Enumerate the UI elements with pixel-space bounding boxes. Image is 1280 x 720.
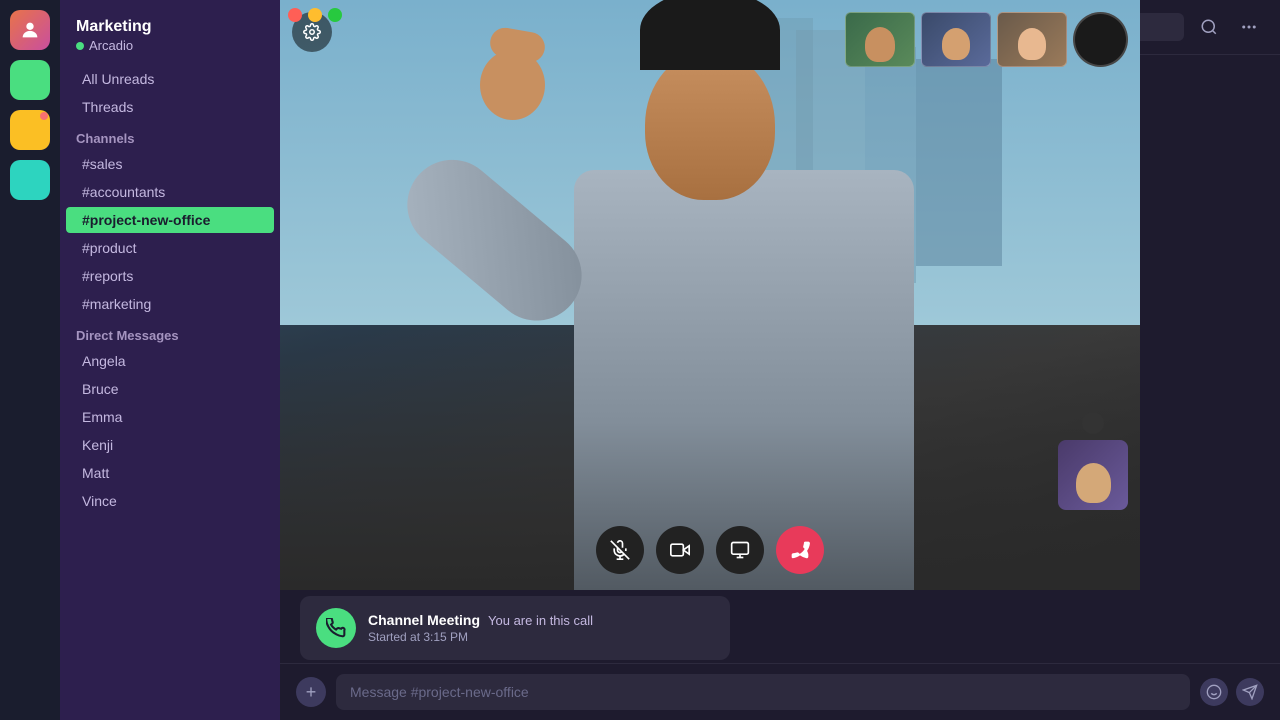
sidebar-channel-project-new-office[interactable]: #project-new-office xyxy=(66,207,274,233)
meeting-notification: Channel Meeting You are in this call Sta… xyxy=(300,596,730,660)
window-maximize-button[interactable] xyxy=(328,8,342,22)
message-right-icons xyxy=(1200,678,1264,706)
dm-section-label: Direct Messages xyxy=(60,318,280,347)
rail-icon-teal[interactable] xyxy=(10,160,50,200)
window-close-button[interactable] xyxy=(288,8,302,22)
meeting-title: Channel Meeting xyxy=(368,612,480,628)
window-controls xyxy=(288,8,342,22)
sidebar-item-threads[interactable]: Threads xyxy=(66,94,274,120)
sidebar-dm-angela[interactable]: Angela xyxy=(66,348,274,374)
sidebar-channel-reports[interactable]: #reports xyxy=(66,263,274,289)
meeting-icon xyxy=(316,608,356,648)
thumbnail-row xyxy=(845,12,1128,67)
thumbnail-video-3[interactable] xyxy=(997,12,1067,67)
status-dot xyxy=(76,42,84,50)
main-area: #project-new-office xyxy=(280,0,1280,720)
end-call-button[interactable] xyxy=(776,526,824,574)
more-options-button[interactable] xyxy=(1234,12,1264,42)
channels-section-label: Channels xyxy=(60,121,280,150)
meeting-subtitle: Started at 3:15 PM xyxy=(368,630,714,644)
search-toggle-button[interactable] xyxy=(1194,12,1224,42)
call-controls xyxy=(596,526,824,574)
video-call-overlay xyxy=(280,0,1140,590)
sidebar-channel-marketing[interactable]: #marketing xyxy=(66,291,274,317)
workspace-name: Marketing xyxy=(60,12,280,38)
video-toggle-button[interactable] xyxy=(656,526,704,574)
send-button[interactable] xyxy=(1236,678,1264,706)
thumbnail-bottom-right xyxy=(1058,412,1128,510)
workspace-status: Arcadio xyxy=(60,38,280,65)
window-minimize-button[interactable] xyxy=(308,8,322,22)
rail-icon-yellow[interactable] xyxy=(10,110,50,150)
mute-button[interactable] xyxy=(596,526,644,574)
icon-rail xyxy=(0,0,60,720)
sidebar-dm-matt[interactable]: Matt xyxy=(66,460,274,486)
meeting-in-call: You are in this call xyxy=(488,613,593,628)
sidebar-item-all-unreads[interactable]: All Unreads xyxy=(66,66,274,92)
message-input[interactable] xyxy=(336,674,1190,710)
rail-icon-green[interactable] xyxy=(10,60,50,100)
sidebar-dm-kenji[interactable]: Kenji xyxy=(66,432,274,458)
sidebar-dm-emma[interactable]: Emma xyxy=(66,404,274,430)
message-input-area: + xyxy=(280,663,1280,720)
sidebar-channel-product[interactable]: #product xyxy=(66,235,274,261)
sidebar-channel-accountants[interactable]: #accountants xyxy=(66,179,274,205)
message-add-button[interactable]: + xyxy=(296,677,326,707)
sidebar-dm-vince[interactable]: Vince xyxy=(66,488,274,514)
workspace-avatar[interactable] xyxy=(10,10,50,50)
video-main xyxy=(280,0,1140,590)
thumbnail-bottom-video[interactable] xyxy=(1058,440,1128,510)
screen-share-button[interactable] xyxy=(716,526,764,574)
sidebar-channel-sales[interactable]: #sales xyxy=(66,151,274,177)
thumbnail-video-dark[interactable] xyxy=(1073,12,1128,67)
thumb-dot-dark xyxy=(1082,412,1104,434)
thumbnail-video-1[interactable] xyxy=(845,12,915,67)
status-name: Arcadio xyxy=(89,38,133,53)
sidebar: Marketing Arcadio All Unreads Threads Ch… xyxy=(60,0,280,720)
sidebar-dm-bruce[interactable]: Bruce xyxy=(66,376,274,402)
thumbnail-video-2[interactable] xyxy=(921,12,991,67)
emoji-button[interactable] xyxy=(1200,678,1228,706)
meeting-info: Channel Meeting You are in this call Sta… xyxy=(368,612,714,644)
